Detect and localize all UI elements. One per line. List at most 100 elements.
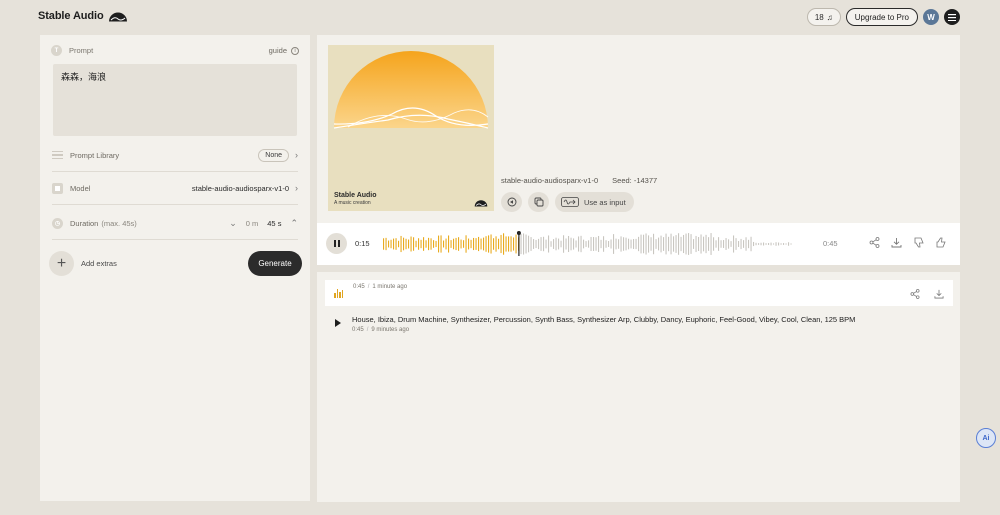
waveform-scrubber[interactable]	[383, 231, 815, 257]
waveform-bar	[690, 234, 692, 254]
waveform-bar	[555, 237, 557, 251]
waveform-bar	[693, 239, 695, 249]
waveform-bar	[713, 237, 715, 251]
waveform-bar	[708, 237, 710, 251]
use-as-input-button[interactable]: Use as input	[555, 192, 634, 212]
waveform-bar	[695, 235, 697, 253]
waveform-bar	[520, 233, 522, 255]
waveform-bar	[680, 236, 682, 252]
stable-audio-logo-icon	[474, 200, 488, 207]
guide-link[interactable]: guide i	[269, 46, 299, 55]
prompt-library-value[interactable]: None	[258, 148, 289, 162]
logo[interactable]: Stable Audio	[38, 10, 128, 22]
waveform-bar	[433, 240, 435, 248]
waveform-bar	[475, 238, 477, 250]
waveform-bar	[705, 234, 707, 254]
waveform-bar	[608, 241, 610, 247]
waveform-bar	[470, 239, 472, 249]
cover-title: Stable Audio	[334, 192, 377, 199]
copy-button[interactable]	[528, 192, 549, 212]
waveform-bar	[640, 234, 642, 254]
chevron-up-icon[interactable]: ⌃	[290, 218, 298, 229]
history-panel: 0:45/1 minute ago House, Ibiza, Drum Mac…	[317, 272, 960, 502]
waveform-bar	[658, 237, 660, 251]
waveform-bar	[770, 242, 772, 246]
duration-row[interactable]: ◷ Duration (max. 45s) ⌄ 0 m 45 s ⌃	[52, 207, 298, 240]
current-track-card[interactable]: 0:45/1 minute ago	[325, 280, 953, 306]
total-time: 0:45	[823, 239, 838, 248]
history-item-ago: 9 minutes ago	[371, 327, 410, 333]
waveform-bar	[768, 243, 770, 245]
waveform-bar	[523, 233, 525, 255]
waveform-bar	[543, 236, 545, 252]
waveform-bar	[390, 239, 392, 249]
add-extras-button[interactable]: + Add extras	[49, 251, 117, 276]
model-value[interactable]: stable-audio-audiosparx-v1-0	[192, 184, 289, 193]
waveform-bar	[565, 238, 567, 250]
waveform-bar	[575, 240, 577, 248]
chevron-down-icon[interactable]: ⌄	[229, 218, 237, 229]
waveform-bar	[415, 240, 417, 248]
menu-button[interactable]	[944, 9, 960, 25]
track-meta: stable-audio-audiosparx-v1-0 Seed: -1437…	[501, 176, 657, 185]
prompt-input[interactable]: 森森，海浪	[53, 64, 297, 136]
share-icon[interactable]	[910, 289, 920, 299]
card-ago: 1 minute ago	[372, 284, 408, 290]
waveform-bar	[688, 233, 690, 255]
waveform-bar	[733, 235, 735, 253]
waveform-bar	[485, 236, 487, 252]
waveform-bar	[438, 235, 440, 253]
download-icon[interactable]	[934, 289, 944, 299]
card-actions	[910, 289, 944, 299]
waveform-bar	[488, 235, 490, 253]
thumbs-up-icon[interactable]	[935, 237, 946, 248]
waveform-bar	[383, 238, 385, 250]
waveform-bar	[645, 233, 647, 255]
waveform-bar	[560, 240, 562, 248]
waveform-bar	[765, 243, 767, 245]
waveform-bar	[403, 237, 405, 251]
waveform-bar	[478, 236, 480, 252]
playhead-handle[interactable]	[516, 231, 521, 235]
waveform-bar	[583, 239, 585, 249]
waveform-bar	[620, 236, 622, 252]
share-icon[interactable]	[869, 237, 880, 248]
waveform-bar	[718, 237, 720, 251]
upgrade-to-pro-button[interactable]: Upgrade to Pro	[845, 8, 918, 26]
download-icon[interactable]	[891, 237, 902, 248]
info-icon: i	[291, 46, 299, 55]
prompt-library-row[interactable]: Prompt Library None ›	[52, 139, 298, 172]
waveform-bar	[533, 239, 535, 249]
cover-art: Stable Audio A music creation	[328, 45, 494, 211]
duration-seconds[interactable]: 45 s	[267, 219, 281, 228]
generate-button[interactable]: Generate	[248, 251, 302, 276]
track-model: stable-audio-audiosparx-v1-0	[501, 176, 599, 185]
waveform-bar	[763, 242, 765, 246]
prompt-library-label: Prompt Library	[70, 150, 120, 160]
credits-badge[interactable]: 18 ♫	[806, 8, 841, 26]
waveform-bar	[755, 242, 757, 246]
reuse-settings-button[interactable]	[501, 192, 522, 212]
waveform-bar	[628, 238, 630, 250]
waveform-bar	[773, 243, 775, 245]
waveform-bar	[588, 240, 590, 248]
ai-assistant-button[interactable]: Ai	[976, 428, 996, 448]
history-item[interactable]: House, Ibiza, Drum Machine, Synthesizer,…	[335, 315, 855, 333]
avatar[interactable]: W	[923, 9, 939, 25]
waveform-bar	[535, 239, 537, 249]
pause-button[interactable]	[326, 233, 347, 254]
waveform-bar	[783, 243, 785, 245]
playhead[interactable]	[518, 232, 520, 256]
history-item-meta: 0:45/9 minutes ago	[352, 327, 410, 333]
waveform-bar	[775, 242, 777, 246]
model-row[interactable]: Model stable-audio-audiosparx-v1-0 ›	[52, 172, 298, 205]
duration-minutes[interactable]: 0 m	[246, 219, 259, 228]
play-icon[interactable]	[335, 319, 341, 327]
thumbs-down-icon[interactable]	[913, 237, 924, 248]
waveform-bar	[455, 237, 457, 251]
waveform-bar	[683, 234, 685, 254]
waveform-bar	[545, 239, 547, 249]
waveform-bar	[420, 239, 422, 249]
waveform-bar	[505, 236, 507, 252]
waveform-bar	[625, 237, 627, 251]
